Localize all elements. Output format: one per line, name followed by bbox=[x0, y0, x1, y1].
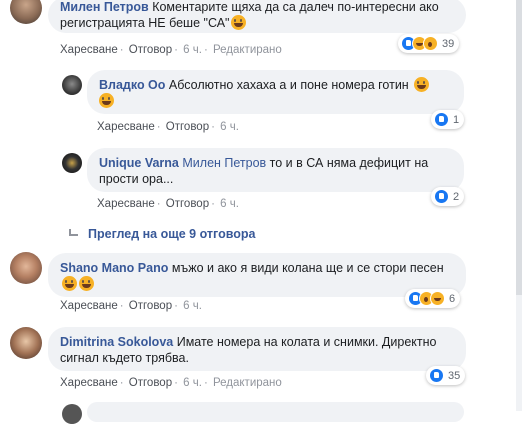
haha-reaction-icon bbox=[430, 291, 445, 306]
comment-bubble: Dimitrina Sokolova Имате номера на колат… bbox=[48, 327, 466, 371]
comment-bubble: Владко Оо Абсолютно хахаха а и поне номе… bbox=[87, 70, 464, 114]
comment-actions: Харесване · Отговор · 6 ч. · Редактирано bbox=[60, 44, 282, 56]
reply-link[interactable]: Отговор bbox=[129, 377, 172, 389]
reply-arrow-icon bbox=[68, 229, 80, 239]
like-reaction-icon bbox=[434, 112, 449, 127]
reply-link[interactable]: Отговор bbox=[166, 121, 209, 133]
like-reaction-icon bbox=[429, 368, 444, 383]
grinning-sweat-emoji bbox=[79, 276, 94, 291]
reaction-summary[interactable]: 35 bbox=[426, 366, 466, 385]
comment-timestamp[interactable]: 6 ч. bbox=[183, 44, 202, 56]
like-reaction-icon bbox=[434, 189, 449, 204]
like-link[interactable]: Харесване bbox=[60, 300, 118, 312]
comment-author[interactable]: Владко Оо bbox=[99, 78, 165, 92]
comment-author[interactable]: Dimitrina Sokolova bbox=[60, 335, 173, 349]
edited-label[interactable]: Редактирано bbox=[213, 377, 282, 389]
comment-actions: Харесване · Отговор · 6 ч. bbox=[97, 121, 239, 133]
rofl-emoji bbox=[99, 93, 114, 108]
avatar[interactable] bbox=[10, 0, 42, 24]
comment-text: Абсолютно хахаха а и поне номера готин bbox=[168, 78, 409, 92]
comment-timestamp[interactable]: 6 ч. bbox=[183, 377, 202, 389]
comment-actions: Харесване · Отговор · 6 ч. · Редактирано bbox=[60, 377, 282, 389]
comment-bubble bbox=[87, 402, 464, 422]
edited-label[interactable]: Редактирано bbox=[213, 44, 282, 56]
reply-link[interactable]: Отговор bbox=[129, 300, 172, 312]
grinning-sweat-emoji bbox=[62, 276, 77, 291]
reaction-count: 39 bbox=[442, 37, 455, 50]
reaction-summary[interactable]: 1 bbox=[431, 110, 465, 129]
like-link[interactable]: Харесване bbox=[60, 44, 118, 56]
like-link[interactable]: Харесване bbox=[60, 377, 118, 389]
grinning-sweat-emoji bbox=[231, 15, 247, 30]
comment-bubble: Милен Петров Коментарите щяха да са дале… bbox=[48, 0, 466, 33]
view-more-replies-link[interactable]: Преглед на още 9 отговора bbox=[68, 227, 255, 241]
scroll-thumb[interactable] bbox=[516, 0, 522, 295]
scrollbar[interactable] bbox=[516, 0, 522, 411]
reaction-summary[interactable]: 39 bbox=[398, 34, 460, 53]
reaction-count: 2 bbox=[453, 190, 460, 203]
reaction-summary[interactable]: 6 bbox=[405, 289, 461, 308]
reply-link[interactable]: Отговор bbox=[129, 44, 172, 56]
avatar[interactable] bbox=[62, 404, 82, 424]
comment-timestamp[interactable]: 6 ч. bbox=[220, 198, 239, 210]
comment-author[interactable]: Unique Varna bbox=[99, 156, 179, 170]
avatar[interactable] bbox=[10, 252, 42, 284]
reaction-count: 1 bbox=[453, 113, 460, 126]
comment-bubble: Unique Varna Милен Петров то и в СА няма… bbox=[87, 148, 464, 192]
comment-text: мъжо и ако я види колана ще и се стори п… bbox=[171, 261, 444, 275]
comment-author[interactable]: Милен Петров bbox=[60, 0, 149, 14]
comment-actions: Харесване · Отговор · 6 ч. bbox=[97, 198, 239, 210]
comment-author[interactable]: Shano Mano Pano bbox=[60, 261, 168, 275]
like-link[interactable]: Харесване bbox=[97, 198, 155, 210]
avatar[interactable] bbox=[62, 153, 82, 173]
reply-link[interactable]: Отговор bbox=[166, 198, 209, 210]
comment-timestamp[interactable]: 6 ч. bbox=[220, 121, 239, 133]
comment-timestamp[interactable]: 6 ч. bbox=[183, 300, 202, 312]
comment-actions: Харесване · Отговор · 6 ч. bbox=[60, 300, 202, 312]
reaction-summary[interactable]: 2 bbox=[431, 187, 465, 206]
grinning-sweat-emoji bbox=[414, 77, 430, 92]
reaction-count: 35 bbox=[448, 369, 461, 382]
tagged-user[interactable]: Милен Петров bbox=[182, 156, 266, 170]
avatar[interactable] bbox=[10, 327, 42, 359]
wow-reaction-icon bbox=[423, 36, 438, 51]
avatar[interactable] bbox=[62, 75, 82, 95]
comment-bubble: Shano Mano Pano мъжо и ако я види колана… bbox=[48, 253, 466, 297]
like-link[interactable]: Харесване bbox=[97, 121, 155, 133]
reaction-count: 6 bbox=[449, 292, 456, 305]
